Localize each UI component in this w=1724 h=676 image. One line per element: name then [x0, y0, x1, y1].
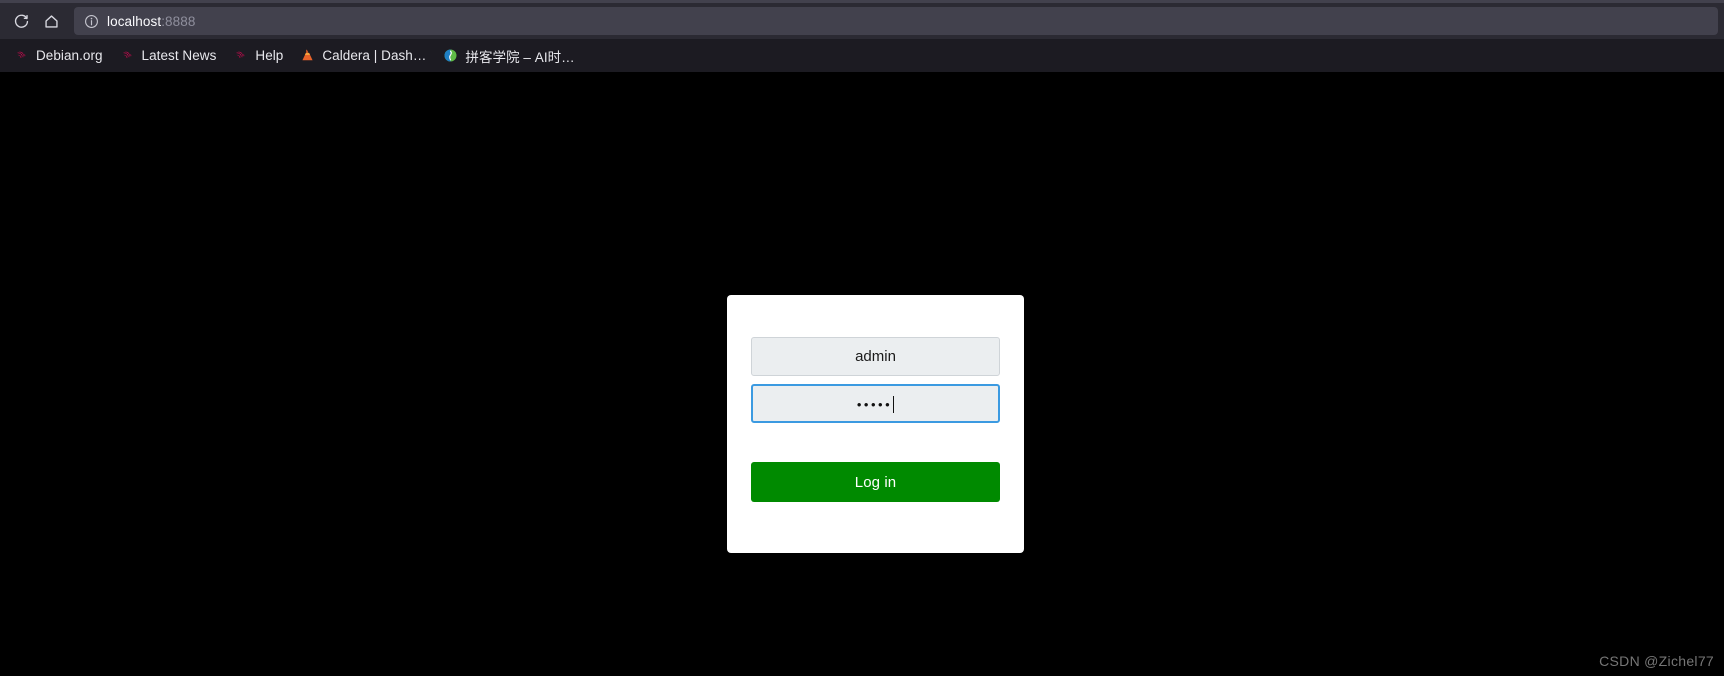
bookmark-label: 拼客学院 – AI时… — [465, 49, 575, 65]
info-icon[interactable] — [82, 12, 100, 30]
reload-button[interactable] — [6, 6, 36, 36]
address-bar[interactable]: localhost:8888 — [74, 7, 1718, 35]
text-caret — [893, 396, 895, 413]
bookmark-pinke-academy[interactable]: 拼客学院 – AI时… — [435, 43, 581, 68]
pinke-academy-icon — [442, 48, 458, 64]
bookmark-label: Debian.org — [36, 48, 103, 63]
login-button[interactable]: Log in — [751, 462, 1000, 502]
url-text: localhost:8888 — [107, 14, 195, 29]
bookmark-label: Help — [255, 48, 284, 63]
url-host: localhost — [107, 13, 162, 29]
username-value: admin — [855, 348, 896, 365]
password-masked-value: ••••• — [856, 397, 893, 412]
debian-swirl-icon — [232, 48, 248, 64]
bookmark-caldera-dashboard[interactable]: Caldera | Dash… — [292, 43, 433, 68]
bookmarks-bar: Debian.org Latest News Help Caldera | Da… — [0, 39, 1724, 72]
password-input[interactable]: ••••• — [751, 384, 1000, 423]
url-port: :8888 — [161, 13, 196, 29]
username-input[interactable]: admin — [751, 337, 1000, 376]
home-button[interactable] — [36, 6, 66, 36]
login-card: admin ••••• Log in — [727, 295, 1024, 553]
watermark-text: CSDN @Zichel77 — [1599, 653, 1714, 669]
bookmark-debian-org[interactable]: Debian.org — [6, 43, 110, 68]
bookmark-label: Caldera | Dash… — [322, 48, 427, 63]
bookmark-label: Latest News — [141, 48, 217, 63]
bookmark-help[interactable]: Help — [225, 43, 290, 68]
home-icon — [43, 13, 60, 30]
reload-icon — [13, 13, 30, 30]
bookmark-latest-news[interactable]: Latest News — [112, 43, 224, 68]
page-viewport: admin ••••• Log in CSDN @Zichel77 — [0, 72, 1724, 676]
browser-window: localhost:8888 Debian.org Latest News He… — [0, 0, 1724, 676]
debian-swirl-icon — [13, 48, 29, 64]
caldera-volcano-icon — [299, 48, 315, 64]
browser-toolbar: localhost:8888 — [0, 3, 1724, 39]
debian-swirl-icon — [119, 48, 135, 64]
